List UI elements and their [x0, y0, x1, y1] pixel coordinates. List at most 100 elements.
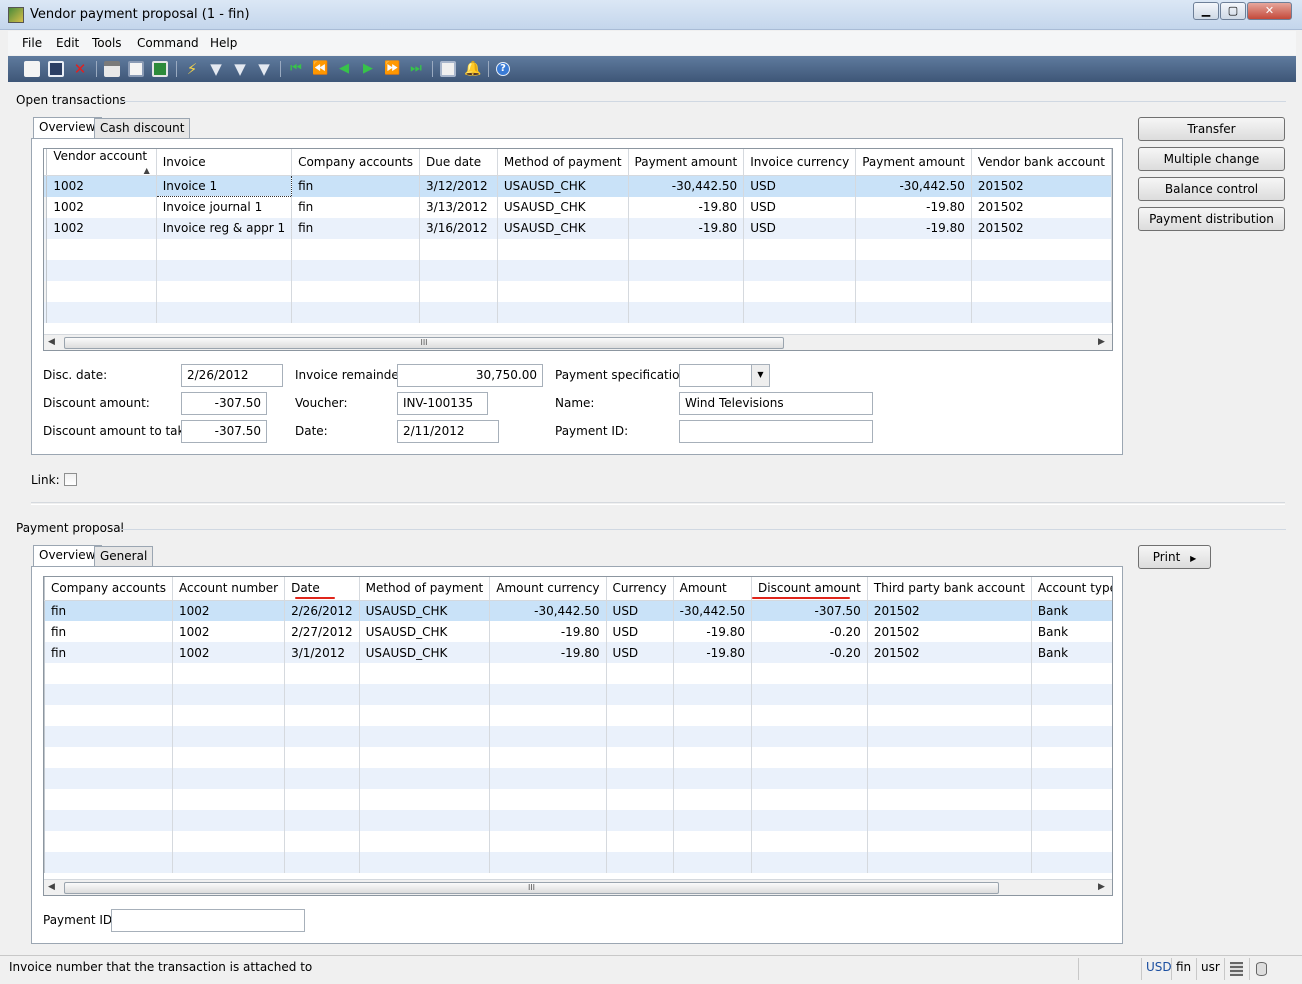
cell[interactable]: fin: [44, 600, 173, 621]
col-payment-amount-2[interactable]: Payment amount: [855, 149, 972, 176]
cell[interactable]: -0.20: [751, 642, 868, 663]
tab-general[interactable]: General: [94, 546, 154, 567]
link-checkbox[interactable]: [64, 473, 77, 486]
cell[interactable]: USAUSD_CHK: [497, 175, 629, 197]
col-due-date[interactable]: Due date: [419, 149, 498, 176]
table-row[interactable]: fin 1002 3/1/2012 USAUSD_CHK -19.80 USD …: [44, 642, 1112, 663]
col-company-accounts[interactable]: Company accounts: [291, 149, 421, 176]
delete-icon[interactable]: ✕: [72, 61, 88, 77]
cell[interactable]: Bank: [1031, 600, 1112, 621]
scroll-thumb[interactable]: III: [64, 337, 784, 349]
cell[interactable]: Invoice 1: [155, 175, 293, 197]
voucher-field[interactable]: INV-100135: [397, 392, 488, 415]
transfer-button[interactable]: Transfer: [1138, 117, 1285, 141]
cell[interactable]: 201502: [867, 600, 1032, 621]
cell[interactable]: 201502: [971, 217, 1112, 239]
cell[interactable]: fin: [44, 621, 173, 642]
cell[interactable]: USAUSD_CHK: [359, 621, 491, 642]
col-account-type[interactable]: Account type: [1031, 577, 1112, 601]
col-company-accounts[interactable]: Company accounts: [44, 577, 173, 601]
cell[interactable]: USD: [743, 196, 857, 218]
payment-distribution-button[interactable]: Payment distribution: [1138, 207, 1285, 231]
cell[interactable]: 201502: [971, 196, 1112, 218]
splitter[interactable]: [31, 502, 1285, 505]
scroll-left-icon[interactable]: ◀: [48, 337, 55, 347]
table-row[interactable]: fin 1002 2/27/2012 USAUSD_CHK -19.80 USD…: [44, 621, 1112, 642]
cell[interactable]: USD: [743, 217, 857, 239]
discount-to-take-field[interactable]: -307.50: [181, 420, 267, 443]
print-button[interactable]: Print ▶: [1138, 545, 1211, 569]
close-button[interactable]: ✕: [1247, 2, 1292, 20]
cell[interactable]: fin: [291, 196, 421, 218]
cell[interactable]: USAUSD_CHK: [497, 217, 629, 239]
horizontal-scrollbar[interactable]: ◀ III ▶: [44, 334, 1112, 350]
cell[interactable]: -19.80: [628, 217, 745, 239]
menu-tools[interactable]: Tools: [92, 36, 122, 50]
cell[interactable]: Bank: [1031, 642, 1112, 663]
cell[interactable]: 1002: [172, 600, 286, 621]
new-icon[interactable]: [24, 61, 40, 77]
col-method-of-payment[interactable]: Method of payment: [359, 577, 491, 601]
cell[interactable]: USD: [743, 175, 857, 197]
cell[interactable]: 3/13/2012: [419, 196, 498, 218]
next-page-icon[interactable]: ⏩: [384, 61, 400, 77]
cell[interactable]: 201502: [867, 642, 1032, 663]
status-currency[interactable]: USD: [1146, 960, 1172, 974]
cell[interactable]: fin: [44, 642, 173, 663]
multiple-change-button[interactable]: Multiple change: [1138, 147, 1285, 171]
cell[interactable]: 1002: [172, 621, 286, 642]
cell[interactable]: -19.80: [489, 621, 607, 642]
menu-help[interactable]: Help: [210, 36, 237, 50]
advanced-filter-icon[interactable]: ▼: [232, 61, 248, 77]
cell[interactable]: USAUSD_CHK: [359, 600, 491, 621]
col-amount-currency[interactable]: Amount currency: [489, 577, 607, 601]
scroll-thumb[interactable]: III: [64, 882, 999, 894]
filter-by-grid-icon[interactable]: ▼: [208, 61, 224, 77]
cell[interactable]: -19.80: [628, 196, 745, 218]
cell[interactable]: fin: [291, 175, 421, 197]
cell[interactable]: -19.80: [673, 621, 753, 642]
maximize-button[interactable]: ▢: [1220, 2, 1246, 20]
cell[interactable]: USD: [606, 642, 674, 663]
alert-icon[interactable]: 🔔: [464, 61, 481, 77]
col-third-party-bank-account[interactable]: Third party bank account: [867, 577, 1032, 601]
cell[interactable]: 3/12/2012: [419, 175, 498, 197]
date-field[interactable]: 2/11/2012: [397, 420, 499, 443]
table-row[interactable]: 1002 Invoice journal 1 fin 3/13/2012 USA…: [44, 196, 1112, 218]
scroll-right-icon[interactable]: ▶: [1098, 882, 1105, 892]
table-row[interactable]: 1002 Invoice 1 fin 3/12/2012 USAUSD_CHK …: [44, 175, 1112, 197]
cell[interactable]: -19.80: [673, 642, 753, 663]
tab-cash-discount[interactable]: Cash discount: [94, 118, 191, 139]
cell[interactable]: -30,442.50: [489, 600, 607, 621]
cell[interactable]: -0.20: [751, 621, 868, 642]
payment-id-field[interactable]: [111, 909, 305, 932]
cell[interactable]: 201502: [971, 175, 1112, 197]
col-currency[interactable]: Currency: [606, 577, 674, 601]
cell[interactable]: 2/27/2012: [284, 621, 360, 642]
cell[interactable]: Invoice journal 1: [156, 196, 293, 218]
save-icon[interactable]: [48, 61, 64, 77]
cell[interactable]: -30,442.50: [673, 600, 753, 621]
cell[interactable]: -19.80: [855, 196, 972, 218]
discount-amount-field[interactable]: -307.50: [181, 392, 267, 415]
minimize-button[interactable]: ▁: [1193, 2, 1219, 20]
menu-command[interactable]: Command: [137, 36, 199, 50]
previous-record-icon[interactable]: ◀: [336, 61, 352, 77]
cell[interactable]: 1002: [46, 196, 157, 218]
cell[interactable]: 1002: [172, 642, 286, 663]
cell[interactable]: 1002: [46, 217, 157, 239]
col-vendor-account[interactable]: Vendor account ▲: [46, 149, 157, 176]
document-handling-icon[interactable]: [440, 61, 456, 77]
cell[interactable]: USD: [606, 621, 674, 642]
status-company[interactable]: fin: [1176, 960, 1191, 974]
cell[interactable]: USAUSD_CHK: [497, 196, 629, 218]
table-row[interactable]: 1002 Invoice reg & appr 1 fin 3/16/2012 …: [44, 217, 1112, 239]
excel-icon[interactable]: [152, 61, 168, 77]
cell[interactable]: Invoice reg & appr 1: [156, 217, 293, 239]
filter-by-selection-icon[interactable]: ⚡: [184, 61, 200, 77]
col-payment-amount[interactable]: Payment amount: [628, 149, 745, 176]
cell[interactable]: Bank: [1031, 621, 1112, 642]
cell[interactable]: -19.80: [855, 217, 972, 239]
cell[interactable]: -30,442.50: [628, 175, 745, 197]
payment-id-field[interactable]: [679, 420, 873, 443]
